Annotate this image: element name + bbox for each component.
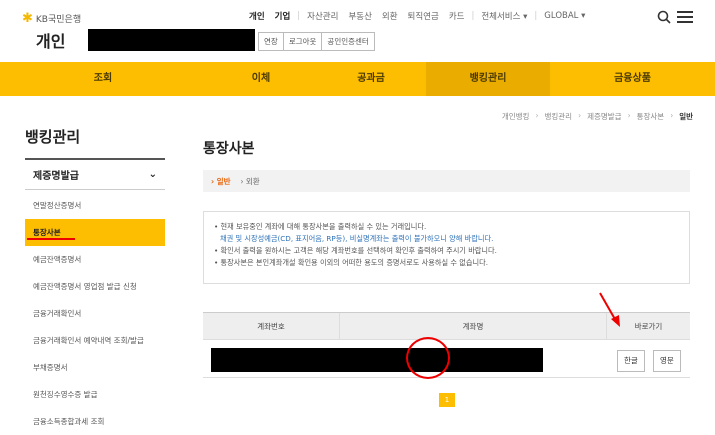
crumb-1[interactable]: 개인뱅킹 <box>502 111 530 122</box>
redacted-account <box>211 348 543 372</box>
crumb-3[interactable]: 제증명발급 <box>587 111 622 122</box>
topnav-asset[interactable]: 자산관리 <box>302 10 343 22</box>
redacted-name <box>88 29 255 51</box>
cert-center-button[interactable]: 공인인증센터 <box>321 32 375 51</box>
sidebar-item[interactable]: 금융소득종합과세 조회 <box>25 408 165 435</box>
sidebar-item[interactable]: 금융거래확인서 예약내역 조회/발급 <box>25 327 165 354</box>
topnav-pension[interactable]: 퇴직연금 <box>403 10 444 22</box>
divider: | <box>471 11 475 21</box>
col-account-number: 계좌번호 <box>203 313 340 339</box>
topnav-fx[interactable]: 외환 <box>377 10 403 22</box>
topnav-all[interactable]: 전체서비스 ▾ <box>476 10 532 22</box>
chevron-down-icon: ⌄ <box>148 169 157 180</box>
col-account-name: 계좌명 <box>340 313 607 339</box>
highlight-circle <box>406 337 450 379</box>
sidebar-group[interactable]: 제증명발급 ⌄ <box>25 158 165 190</box>
crumb-2[interactable]: 뱅킹관리 <box>544 111 572 122</box>
extend-button[interactable]: 연장 <box>258 32 284 51</box>
menu-icon[interactable] <box>677 10 693 24</box>
gnb-inquiry[interactable]: 조회 <box>0 62 206 96</box>
sidebar-item-label: 통장사본 <box>33 228 61 237</box>
section-brand: 개인 <box>36 32 66 51</box>
logout-button[interactable]: 로그아웃 <box>282 32 323 51</box>
logo-text: KB국민은행 <box>35 15 82 25</box>
sidebar-item[interactable]: 예금잔액증명서 영업점 발급 신청 <box>25 273 165 300</box>
search-icon[interactable] <box>657 10 671 24</box>
sidebar-item[interactable]: 예금잔액증명서 <box>25 246 165 273</box>
page-number[interactable]: 1 <box>439 393 455 407</box>
red-arrow-icon <box>599 292 620 327</box>
topnav-realestate[interactable]: 부동산 <box>343 10 376 22</box>
main-nav: 조회 이체 공과금 뱅킹관리 금융상품 <box>0 62 715 96</box>
tab-foreign[interactable]: › 외환 <box>241 176 260 187</box>
sidebar-list: 연말정산증명서 통장사본 예금잔액증명서 예금잔액증명서 영업점 발급 신청 금… <box>25 192 165 435</box>
sidebar-item[interactable]: 부채증명서 <box>25 354 165 381</box>
utility-buttons: 연장 로그아웃 공인인증센터 <box>258 32 375 51</box>
notice-line-blue: 채권 및 시장성예금(CD, 표지어음, RP등), 비실명계좌는 출력이 불가… <box>220 234 494 243</box>
divider: | <box>534 11 538 21</box>
crumb-sep: › <box>578 111 582 120</box>
sidebar-item[interactable]: 금융거래확인서 <box>25 300 165 327</box>
notice-box: • 현재 보유중인 계좌에 대해 통장사본을 출력하실 수 있는 거래입니다. … <box>203 211 690 284</box>
star-logo-icon: ✱ <box>22 11 33 26</box>
page-title: 통장사본 <box>203 141 255 157</box>
crumb-sep: › <box>535 111 539 120</box>
english-button[interactable]: 영문 <box>653 350 681 372</box>
tab-bar: › 일반 › 외환 <box>203 170 690 192</box>
crumb-current: 일반 <box>679 112 693 121</box>
breadcrumb: 개인뱅킹 › 뱅킹관리 › 제증명발급 › 통장사본 › 일반 <box>502 111 693 122</box>
notice-line: • 통장사본은 본인계좌개설 확인용 이외의 어떠한 용도의 증명서로도 사용하… <box>214 258 489 267</box>
gnb-transfer[interactable]: 이체 <box>206 62 316 96</box>
divider: | <box>297 11 301 21</box>
crumb-4[interactable]: 통장사본 <box>637 111 665 122</box>
crumb-sep: › <box>670 111 674 120</box>
sidebar-title: 뱅킹관리 <box>25 128 81 146</box>
notice-line: • 확인서 출력을 원하시는 고객은 해당 계좌번호를 선택하여 확인후 출력하… <box>214 246 497 255</box>
sidebar-group-label: 제증명발급 <box>33 171 79 182</box>
top-nav: 개인 기업 | 자산관리 부동산 외환 퇴직연금 카드 | 전체서비스 ▾ | … <box>244 10 590 22</box>
tab-general[interactable]: › 일반 <box>211 176 231 187</box>
kb-logo[interactable]: ✱ KB국민은행 <box>22 12 81 25</box>
gnb-products[interactable]: 금융상품 <box>550 62 715 96</box>
sidebar-item-active[interactable]: 통장사본 <box>25 219 165 246</box>
sidebar-item[interactable]: 원천징수영수증 발급 <box>25 381 165 408</box>
gnb-banking-mgmt[interactable]: 뱅킹관리 <box>426 62 550 96</box>
notice-line: • 현재 보유중인 계좌에 대해 통장사본을 출력하실 수 있는 거래입니다. <box>214 222 427 231</box>
topnav-card[interactable]: 카드 <box>444 10 470 22</box>
gnb-utilities[interactable]: 공과금 <box>316 62 426 96</box>
topnav-personal[interactable]: 개인 <box>244 10 270 22</box>
topnav-corporate[interactable]: 기업 <box>270 10 296 22</box>
crumb-sep: › <box>627 111 631 120</box>
korean-button[interactable]: 한글 <box>617 350 645 372</box>
topnav-global[interactable]: GLOBAL ▾ <box>539 11 590 21</box>
red-underline <box>27 238 75 240</box>
sidebar-item[interactable]: 연말정산증명서 <box>25 192 165 219</box>
